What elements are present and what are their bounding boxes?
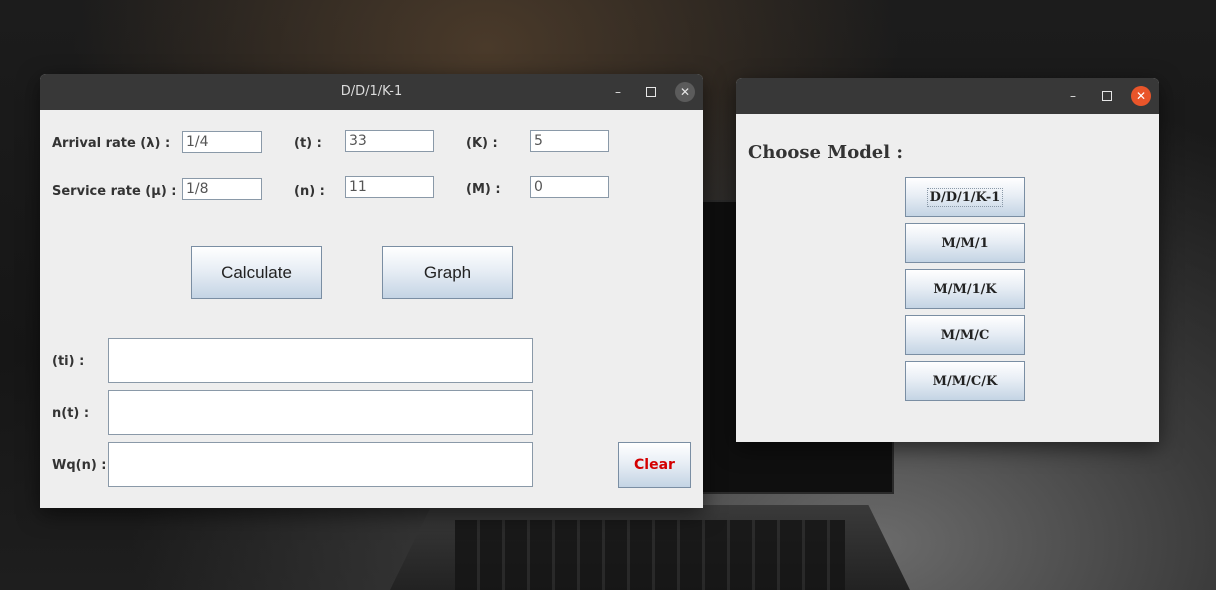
arrival-rate-field[interactable]: 1/4	[182, 131, 262, 153]
model-button-dd1k1[interactable]: D/D/1/K-1	[905, 177, 1025, 217]
maximize-button[interactable]	[1097, 86, 1117, 106]
t-label: (t) :	[294, 136, 322, 151]
model-button-label: M/M/1	[941, 235, 989, 251]
k-field[interactable]: 5	[530, 130, 609, 152]
nt-label: n(t) :	[52, 406, 90, 421]
model-button-label: M/M/C/K	[932, 373, 998, 389]
background-laptop-keyboard	[455, 520, 845, 590]
model-button-mmc[interactable]: M/M/C	[905, 315, 1025, 355]
close-button[interactable]: ✕	[675, 82, 695, 102]
ti-output-field[interactable]	[108, 338, 533, 383]
wq-output-field[interactable]	[108, 442, 533, 487]
graph-button[interactable]: Graph	[382, 246, 513, 299]
model-button-label: M/M/1/K	[933, 281, 997, 297]
calculate-button[interactable]: Calculate	[191, 246, 322, 299]
wq-label: Wq(n) :	[52, 458, 107, 473]
service-rate-field[interactable]: 1/8	[182, 178, 262, 200]
maximize-icon	[1102, 91, 1112, 101]
close-icon: ✕	[679, 85, 691, 99]
minimize-button[interactable]: –	[608, 82, 628, 102]
model-window-titlebar[interactable]: – ✕	[736, 78, 1159, 114]
m-field[interactable]: 0	[530, 176, 609, 198]
model-button-label: M/M/C	[940, 327, 990, 343]
t-field[interactable]: 33	[345, 130, 434, 152]
maximize-icon	[646, 87, 656, 97]
window-title: D/D/1/K-1	[340, 84, 403, 99]
model-button-mmck[interactable]: M/M/C/K	[905, 361, 1025, 401]
model-button-mm1k[interactable]: M/M/1/K	[905, 269, 1025, 309]
n-label: (n) :	[294, 184, 325, 199]
maximize-button[interactable]	[641, 82, 661, 102]
service-rate-label: Service rate (μ) :	[52, 184, 177, 199]
ti-label: (ti) :	[52, 354, 85, 369]
close-button[interactable]: ✕	[1131, 86, 1151, 106]
close-icon: ✕	[1135, 89, 1147, 103]
n-field[interactable]: 11	[345, 176, 434, 198]
model-button-label: D/D/1/K-1	[926, 187, 1004, 207]
m-label: (M) :	[466, 182, 501, 197]
choose-model-heading: Choose Model :	[748, 142, 903, 163]
minimize-icon: –	[1070, 89, 1076, 103]
clear-button[interactable]: Clear	[618, 442, 691, 488]
minimize-icon: –	[615, 85, 621, 99]
main-window: D/D/1/K-1 – ✕ Arrival rate (λ) : 1/4 (t)…	[40, 74, 703, 508]
model-chooser-window: – ✕ Choose Model : D/D/1/K-1 M/M/1 M/M/1…	[736, 78, 1159, 442]
minimize-button[interactable]: –	[1063, 86, 1083, 106]
model-button-mm1[interactable]: M/M/1	[905, 223, 1025, 263]
k-label: (K) :	[466, 136, 498, 151]
nt-output-field[interactable]	[108, 390, 533, 435]
arrival-rate-label: Arrival rate (λ) :	[52, 136, 171, 151]
main-window-titlebar[interactable]: D/D/1/K-1 – ✕	[40, 74, 703, 110]
